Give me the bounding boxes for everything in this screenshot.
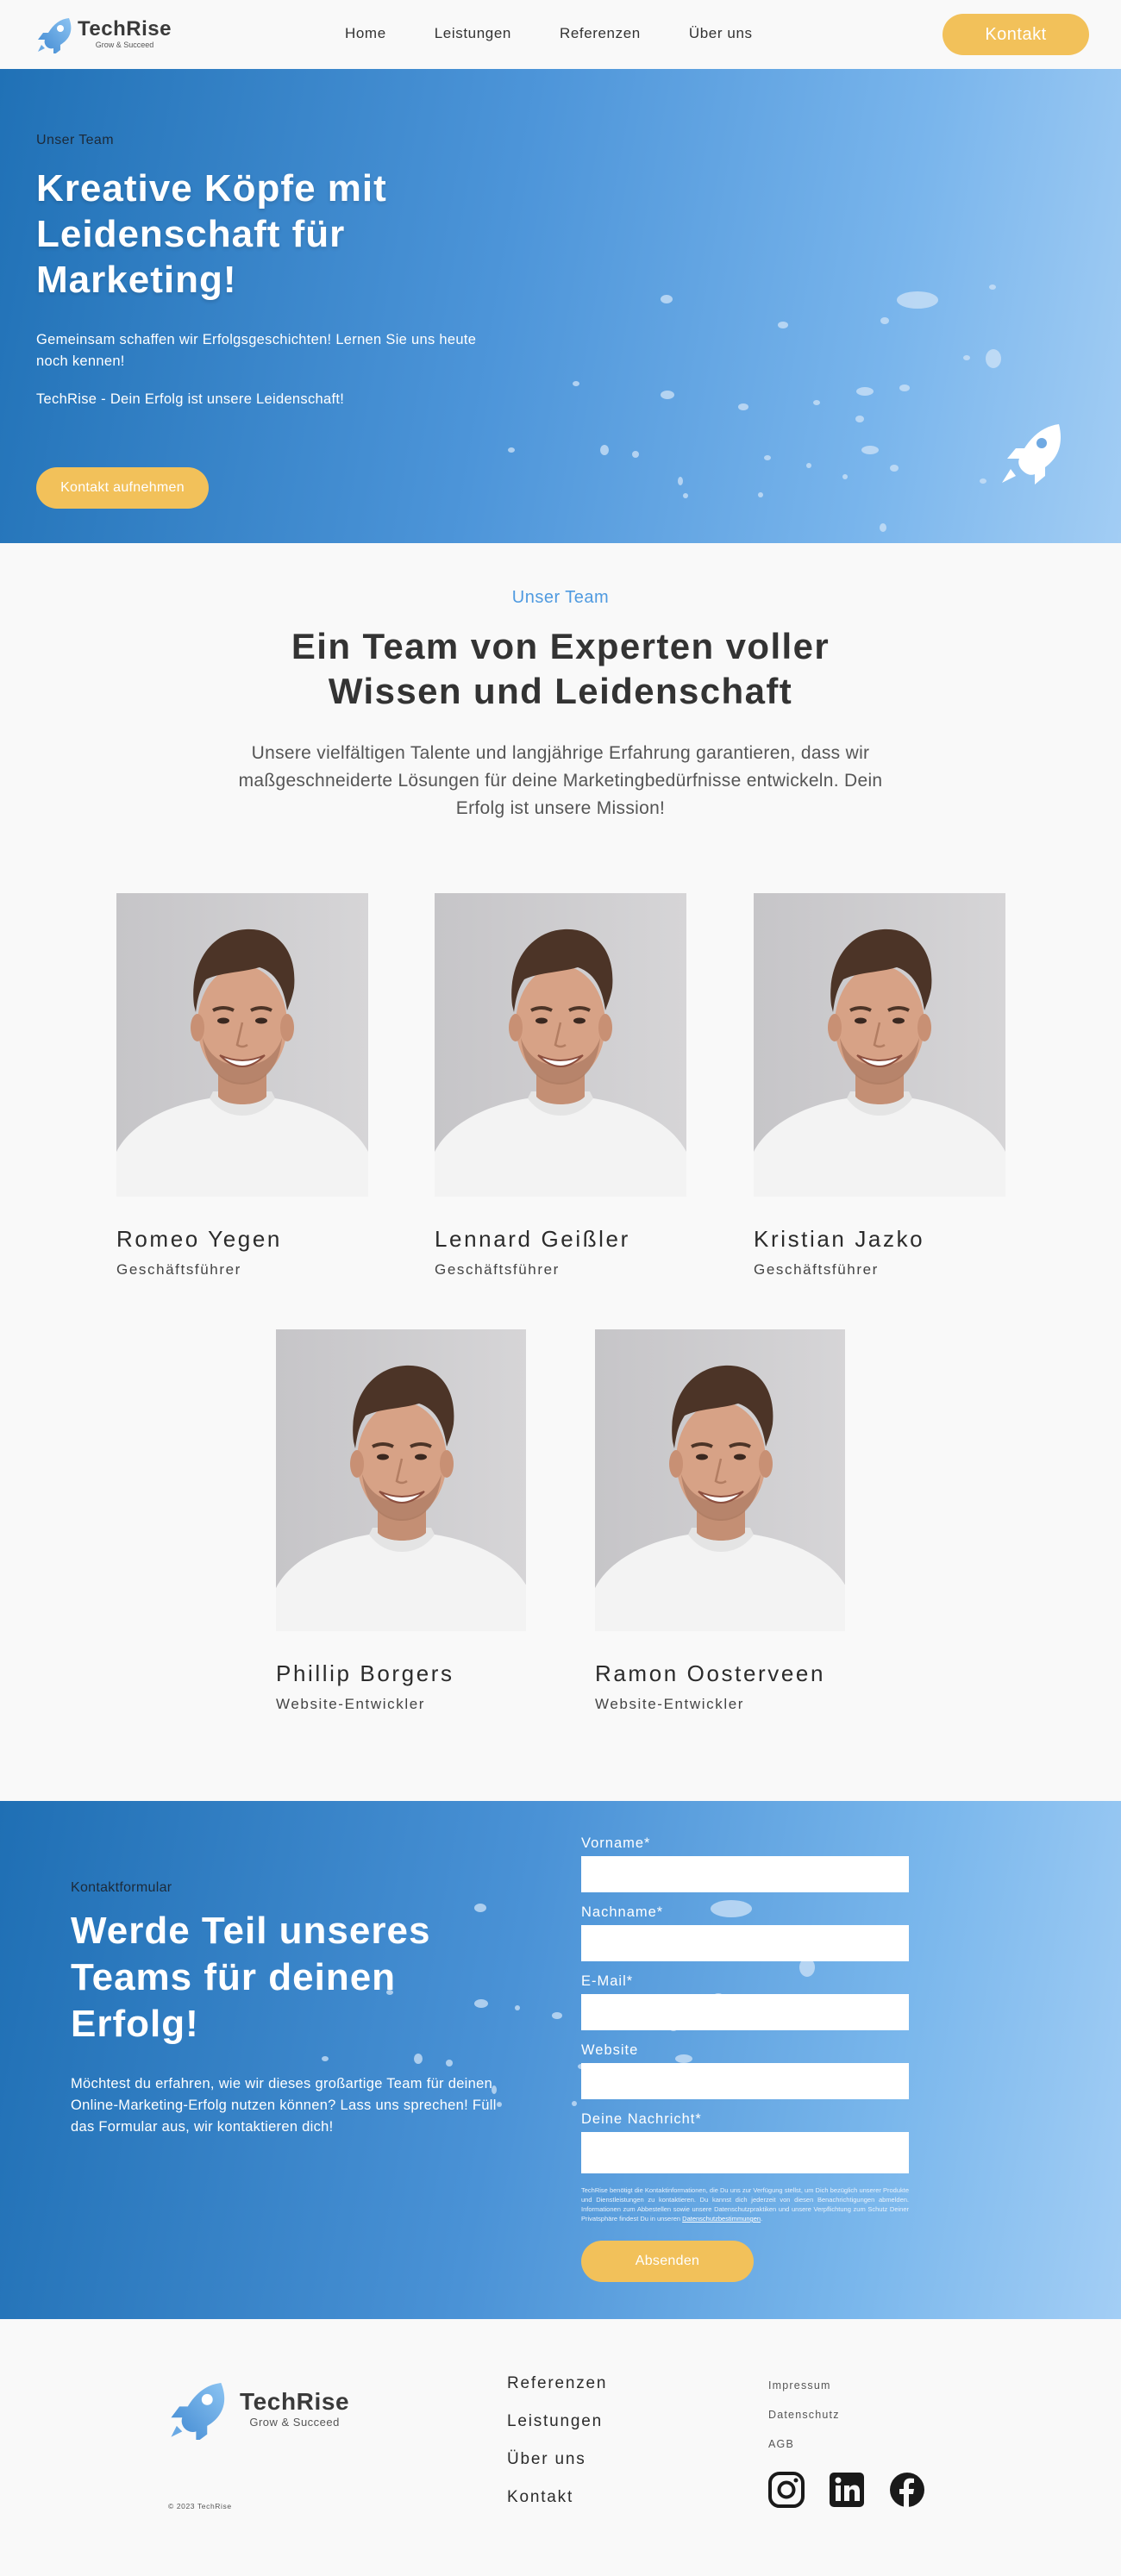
contact-text: Möchtest du erfahren, wie wir dieses gro…: [71, 2076, 497, 2135]
hero-section: Unser Team Kreative Köpfe mit Leidenscha…: [0, 69, 1121, 543]
member-photo: [116, 893, 368, 1197]
team-member-card: Lennard Geißler Geschäftsführer: [435, 893, 693, 1279]
footer-link-impressum[interactable]: Impressum: [768, 2379, 840, 2393]
website-label: Website: [581, 2042, 639, 2058]
message-field[interactable]: [581, 2132, 909, 2173]
main-nav: Home Leistungen Referenzen Über uns: [345, 25, 801, 42]
team-member-card: Ramon Oosterveen Website-Entwickler: [595, 1329, 854, 1713]
rocket-logo-icon: [171, 2383, 225, 2440]
contact-cta-button[interactable]: Kontakt aufnehmen: [36, 467, 209, 509]
member-role: Website-Entwickler: [276, 1696, 426, 1712]
hero-slogan: TechRise - Dein Erfolg ist unsere Leiden…: [36, 391, 345, 407]
contact-eyebrow: Kontaktformular: [71, 1880, 172, 1895]
footer-logo-tagline: Grow & Succeed: [249, 2415, 340, 2429]
member-name: Kristian Jazko: [754, 1226, 925, 1252]
linkedin-icon[interactable]: [828, 2471, 866, 2509]
lastname-field[interactable]: [581, 1925, 909, 1961]
member-role: Geschäftsführer: [116, 1261, 241, 1278]
dust-decoration: [322, 1900, 815, 2107]
member-name: Ramon Oosterveen: [595, 1660, 826, 1686]
website-field[interactable]: [581, 2063, 909, 2099]
footer-link-kontakt[interactable]: Kontakt: [507, 2488, 607, 2509]
contact-button[interactable]: Kontakt: [943, 14, 1089, 55]
member-role: Geschäftsführer: [435, 1261, 560, 1278]
rocket-logo-icon: [38, 18, 72, 53]
firstname-field[interactable]: [581, 1856, 909, 1892]
member-role: Geschäftsführer: [754, 1261, 879, 1278]
contact-title: Werde Teil unseres Teams für deinen Erfo…: [71, 1910, 431, 2045]
facebook-icon[interactable]: [888, 2471, 926, 2509]
contact-form: Vorname* Nachname* E-Mail* Website Deine…: [581, 1835, 909, 2282]
site-footer: TechRise Grow & Succeed © 2023 TechRise …: [0, 2319, 1121, 2576]
footer-link-agb[interactable]: AGB: [768, 2438, 840, 2452]
team-member-card: Romeo Yegen Geschäftsführer: [116, 893, 375, 1279]
member-name: Phillip Borgers: [276, 1660, 454, 1686]
nav-home[interactable]: Home: [345, 25, 386, 42]
lastname-label: Nachname*: [581, 1904, 664, 1920]
team-title: Ein Team von Experten voller Wissen und …: [291, 626, 830, 711]
email-field[interactable]: [581, 1994, 909, 2030]
rocket-icon: [1002, 424, 1062, 485]
instagram-icon[interactable]: [767, 2471, 805, 2509]
logo[interactable]: TechRise Grow & Succeed: [34, 14, 172, 53]
contact-section: Kontaktformular Werde Teil unseres Teams…: [0, 1801, 1121, 2319]
team-member-card: Kristian Jazko Geschäftsführer: [754, 893, 1012, 1279]
member-role: Website-Entwickler: [595, 1696, 745, 1712]
copyright: © 2023 TechRise: [168, 2502, 232, 2510]
message-label: Deine Nachricht*: [581, 2111, 702, 2127]
member-name: Romeo Yegen: [116, 1226, 282, 1252]
member-name: Lennard Geißler: [435, 1226, 630, 1252]
footer-nav: Referenzen Leistungen Über uns Kontakt: [507, 2374, 607, 2526]
footer-logo-title: TechRise: [240, 2387, 350, 2415]
footer-link-referenzen[interactable]: Referenzen: [507, 2374, 607, 2395]
nav-leistungen[interactable]: Leistungen: [435, 25, 511, 42]
email-label: E-Mail*: [581, 1973, 634, 1989]
social-links: [767, 2471, 949, 2509]
footer-link-ueber-uns[interactable]: Über uns: [507, 2450, 607, 2471]
privacy-link[interactable]: Datenschutzbestimmungen: [682, 2215, 761, 2223]
logo-title: TechRise: [78, 16, 172, 41]
member-photo: [435, 893, 686, 1197]
footer-link-datenschutz[interactable]: Datenschutz: [768, 2409, 840, 2423]
footer-legal: Impressum Datenschutz AGB: [768, 2379, 840, 2467]
member-photo: [754, 893, 1005, 1197]
submit-button[interactable]: Absenden: [581, 2241, 754, 2282]
team-eyebrow: Unser Team: [511, 588, 610, 607]
hero-text: Gemeinsam schaffen wir Erfolgsgeschichte…: [36, 332, 477, 369]
member-photo: [595, 1329, 845, 1631]
site-header: TechRise Grow & Succeed Home Leistungen …: [0, 0, 1121, 69]
footer-link-leistungen[interactable]: Leistungen: [507, 2412, 607, 2433]
privacy-notice: TechRise benötigt die Kontaktinformation…: [581, 2186, 909, 2223]
team-member-card: Phillip Borgers Website-Entwickler: [276, 1329, 535, 1713]
firstname-label: Vorname*: [581, 1835, 651, 1851]
nav-referenzen[interactable]: Referenzen: [560, 25, 641, 42]
hero-title: Kreative Köpfe mit Leidenschaft für Mark…: [36, 167, 387, 301]
logo-tagline: Grow & Succeed: [95, 40, 154, 49]
member-photo: [276, 1329, 526, 1631]
hero-eyebrow: Unser Team: [36, 133, 114, 147]
nav-ueber-uns[interactable]: Über uns: [689, 25, 753, 42]
footer-logo[interactable]: TechRise Grow & Succeed: [166, 2376, 349, 2440]
team-text: Unsere vielfältigen Talente und langjähr…: [238, 743, 883, 818]
